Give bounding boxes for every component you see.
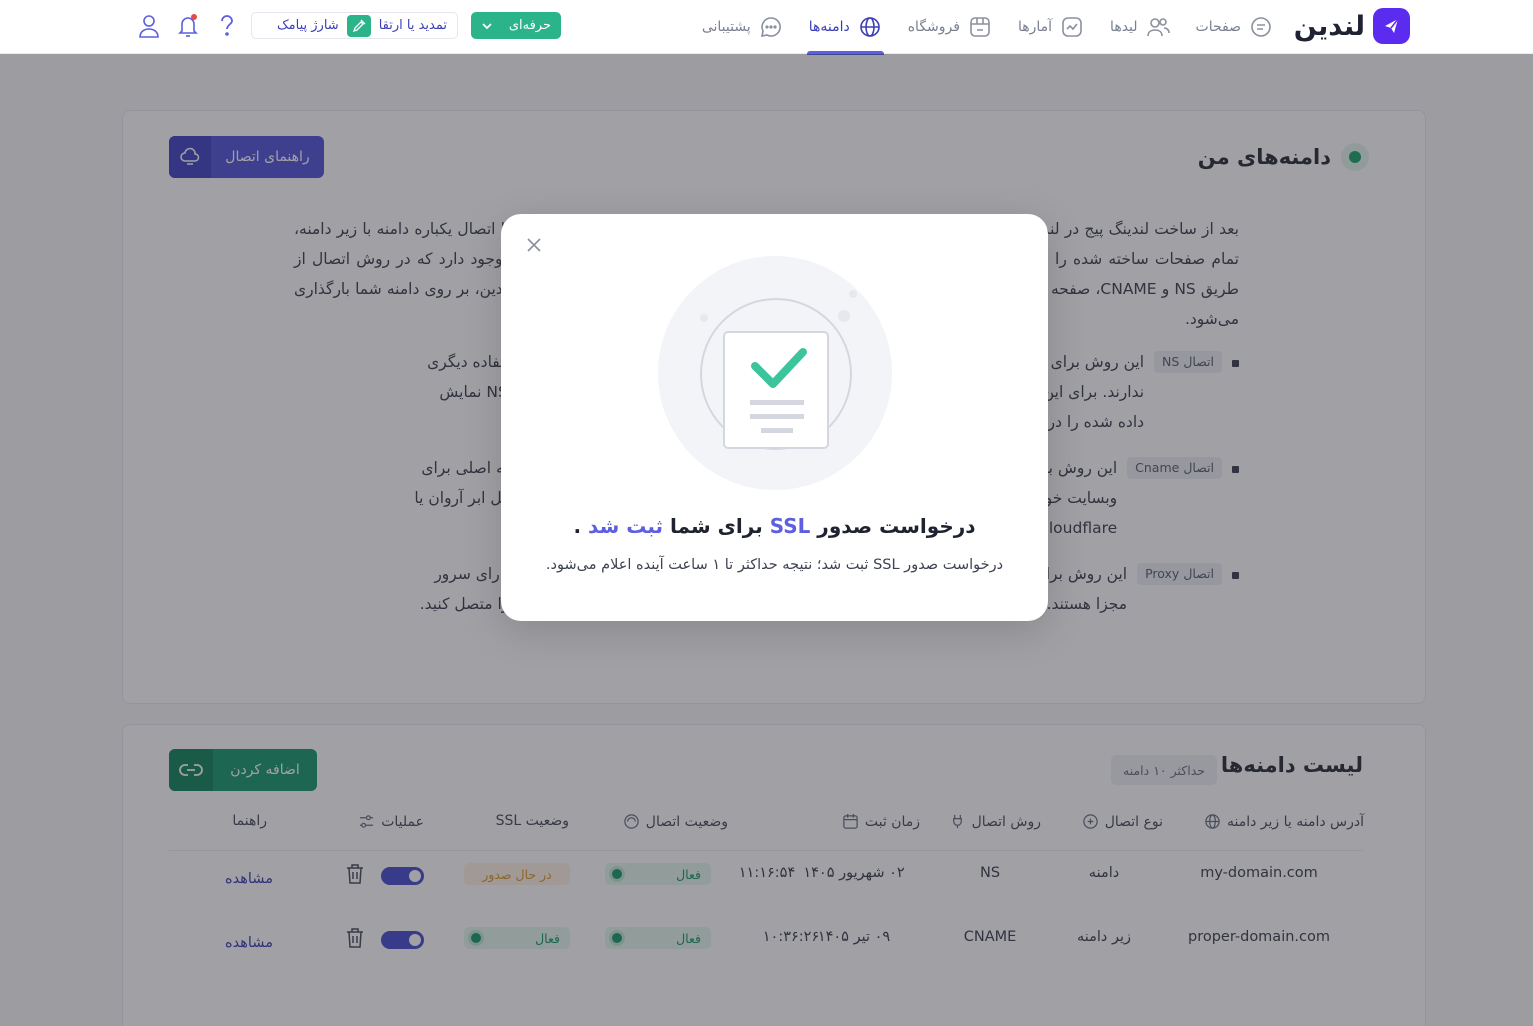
- renew-label[interactable]: تمدید یا ارتقا: [379, 18, 447, 33]
- nav-label: آمارها: [1017, 19, 1053, 35]
- globe-icon: [859, 17, 880, 37]
- nav-label: فروشگاه: [907, 19, 960, 35]
- nav-item-leads[interactable]: لیدها: [1110, 0, 1170, 54]
- main-nav: صفحات لیدها آمارها فروشگاه دامنه‌ها پشتی…: [702, 0, 1273, 55]
- help-icon[interactable]: [214, 12, 240, 40]
- brand-logo[interactable]: لندین: [1294, 7, 1410, 45]
- success-document-illustration: [658, 256, 892, 490]
- title-done: ثبت شد: [588, 514, 664, 538]
- title-text: درخواست صدور: [810, 514, 976, 538]
- users-icon: [1146, 18, 1170, 37]
- title-text: برای شما: [663, 514, 770, 538]
- plan-label: حرفه‌ای: [508, 18, 551, 33]
- nav-label: لیدها: [1110, 19, 1138, 35]
- sms-charge-label[interactable]: شارژ پیامک: [277, 18, 339, 33]
- modal-title: درخواست صدور SSL برای شما ثبت شد .: [501, 514, 1048, 538]
- pages-icon: [1251, 17, 1271, 37]
- title-ssl: SSL: [769, 514, 811, 538]
- ssl-success-modal: درخواست صدور SSL برای شما ثبت شد . درخوا…: [501, 214, 1048, 621]
- nav-item-support[interactable]: پشتیبانی: [702, 0, 783, 54]
- nav-item-domains[interactable]: دامنه‌ها: [806, 0, 884, 55]
- title-end: .: [573, 514, 589, 538]
- store-icon: [970, 17, 990, 37]
- logo-rocket-icon: [1373, 8, 1410, 44]
- chart-icon: [1062, 17, 1082, 37]
- nav-label: پشتیبانی: [701, 19, 751, 35]
- renew-upgrade-box[interactable]: تمدید یا ارتقا شارژ پیامک: [251, 12, 458, 39]
- plan-dropdown[interactable]: حرفه‌ای: [471, 12, 561, 39]
- user-profile-icon[interactable]: [136, 12, 162, 40]
- nav-item-pages[interactable]: صفحات: [1196, 0, 1273, 54]
- chevron-down-icon: [482, 22, 492, 29]
- chat-icon: [760, 17, 781, 38]
- nav-item-store[interactable]: فروشگاه: [908, 0, 992, 54]
- close-icon[interactable]: [525, 236, 543, 254]
- notification-bell-icon[interactable]: [175, 12, 201, 40]
- brand-name: لندین: [1293, 10, 1366, 42]
- rocket-icon: [346, 14, 371, 37]
- nav-item-stats[interactable]: آمارها: [1018, 0, 1084, 54]
- nav-label: دامنه‌ها: [808, 19, 850, 35]
- nav-label: صفحات: [1195, 19, 1241, 35]
- top-navigation: لندین صفحات لیدها آمارها فروشگاه دامنه‌ه…: [0, 0, 1533, 55]
- modal-subtitle: درخواست صدور SSL ثبت شد؛ نتیجه حداکثر تا…: [545, 557, 1004, 573]
